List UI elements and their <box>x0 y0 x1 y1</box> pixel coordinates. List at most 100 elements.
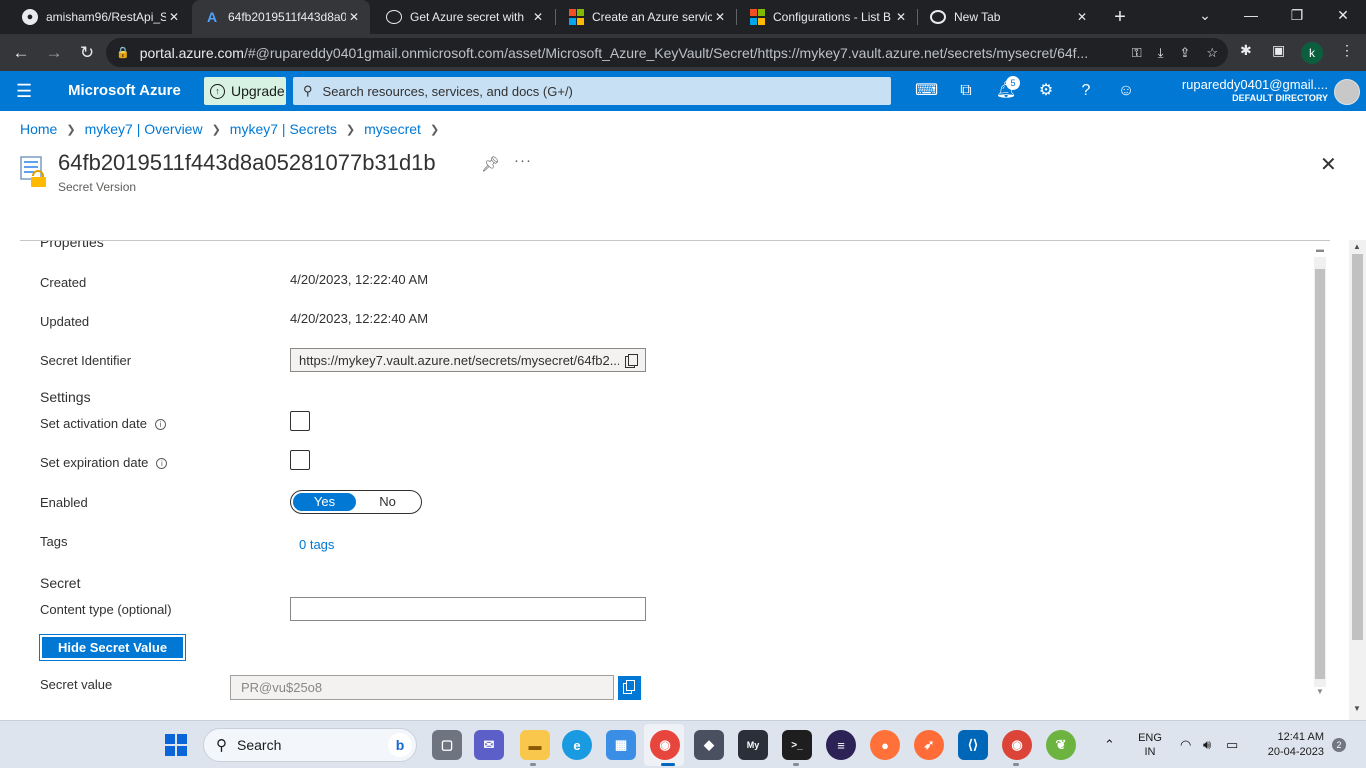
terminal-icon[interactable]: >_ <box>782 730 812 760</box>
breadcrumb: Home ❯ mykey7 | Overview ❯ mykey7 | Secr… <box>20 121 448 137</box>
taskbar-clock[interactable]: 12:41 AM 20-04-2023 <box>1256 730 1324 760</box>
close-blade-button[interactable]: ✕ <box>1320 152 1337 177</box>
portal-menu-icon[interactable]: ☰ <box>16 82 32 100</box>
activation-date-label: Set activation date i <box>40 416 166 431</box>
breadcrumb-home[interactable]: Home <box>20 121 57 137</box>
show-hidden-icons-chevron-icon[interactable]: ⌃ <box>1104 721 1115 768</box>
scroll-up-arrow-icon[interactable]: ▲ <box>1353 242 1361 251</box>
close-tab-icon[interactable]: ✕ <box>893 10 909 24</box>
reload-button[interactable]: ↻ <box>74 40 100 66</box>
url-text: portal.azure.com/#@rupareddy0401gmail.on… <box>139 44 1089 61</box>
tab-search-chevron-icon[interactable]: ⌄ <box>1182 0 1228 34</box>
side-panel-icon[interactable]: ▣ <box>1272 42 1285 59</box>
vscode-icon[interactable]: ⟨⟩ <box>958 730 988 760</box>
new-tab-button[interactable]: + <box>1108 5 1132 29</box>
edge-icon[interactable]: e <box>562 730 592 760</box>
close-tab-icon[interactable]: ✕ <box>166 10 182 24</box>
user-avatar[interactable] <box>1334 79 1360 105</box>
enabled-yes-option[interactable]: Yes <box>293 493 356 511</box>
browser-tab-chatgpt[interactable]: Get Azure secret with ✕ <box>374 0 554 34</box>
hide-secret-value-button[interactable]: Hide Secret Value <box>39 634 186 661</box>
feedback-icon[interactable]: ☺ <box>1115 80 1137 102</box>
breadcrumb-secret[interactable]: mysecret <box>364 121 421 137</box>
breadcrumb-vault-secrets[interactable]: mykey7 | Secrets <box>230 121 337 137</box>
settings-gear-icon[interactable]: ⚙ <box>1035 80 1057 102</box>
menu-kebab-icon[interactable]: ⋮ <box>1340 42 1354 59</box>
tags-link[interactable]: 0 tags <box>299 537 334 552</box>
start-button[interactable] <box>165 734 187 756</box>
enabled-no-option[interactable]: No <box>356 493 419 511</box>
chevron-right-icon: ❯ <box>345 123 356 136</box>
copy-secret-button[interactable] <box>618 676 641 700</box>
notification-center-badge[interactable]: 2 <box>1332 738 1346 752</box>
copy-icon[interactable] <box>625 353 638 368</box>
close-tab-icon[interactable]: ✕ <box>346 10 362 24</box>
chrome-icon[interactable]: ◉ <box>650 730 680 760</box>
scroll-thumb[interactable] <box>1315 269 1325 679</box>
eclipse-icon[interactable]: ≡ <box>826 730 856 760</box>
forward-button[interactable]: → <box>41 40 67 66</box>
file-explorer-icon[interactable]: ▬ <box>520 730 550 760</box>
extensions-icon[interactable]: ✱ <box>1240 42 1252 59</box>
spring-tool-suite-icon[interactable]: ❦ <box>1046 730 1076 760</box>
close-tab-icon[interactable]: ✕ <box>1074 10 1090 24</box>
restore-button[interactable]: ❐ <box>1274 0 1320 34</box>
expiration-date-checkbox[interactable] <box>290 450 310 470</box>
wifi-icon[interactable]: ◠ <box>1180 721 1191 768</box>
mysql-workbench-icon[interactable]: My <box>738 730 768 760</box>
key-icon[interactable]: ⚿ <box>1132 45 1142 61</box>
secret-identifier-field[interactable]: https://mykey7.vault.azure.net/secrets/m… <box>290 348 646 372</box>
close-window-button[interactable]: ✕ <box>1320 0 1366 34</box>
page-scrollbar[interactable]: ▲ ▼ <box>1349 240 1366 720</box>
bing-icon[interactable]: b <box>388 733 412 757</box>
address-bar[interactable]: 🔒 portal.azure.com/#@rupareddy0401gmail.… <box>106 38 1228 67</box>
created-label: Created <box>40 275 87 290</box>
browser-tab-github[interactable]: ● amisham96/RestApi_S ✕ <box>10 0 190 34</box>
back-button[interactable]: ← <box>8 40 34 66</box>
lock-icon[interactable]: 🔒 <box>116 46 130 59</box>
global-search-input[interactable]: ⚲ Search resources, services, and docs (… <box>293 77 891 105</box>
content-type-input[interactable] <box>290 597 646 621</box>
account-menu[interactable]: rupareddy0401@gmail.... DEFAULT DIRECTOR… <box>1182 77 1328 103</box>
browser-tab-configurations[interactable]: Configurations - List B ✕ <box>737 0 917 34</box>
info-icon[interactable]: i <box>154 419 166 430</box>
cloud-shell-icon[interactable]: ⌨ <box>915 80 938 102</box>
scroll-thumb[interactable] <box>1352 254 1363 640</box>
activation-date-checkbox[interactable] <box>290 411 310 431</box>
pin-icon[interactable]: 📌︎ <box>481 155 500 173</box>
brand-title[interactable]: Microsoft Azure <box>68 82 181 99</box>
close-tab-icon[interactable]: ✕ <box>712 10 728 24</box>
firefox-icon[interactable]: ● <box>870 730 900 760</box>
browser-tab-new-tab[interactable]: New Tab ✕ <box>918 0 1098 34</box>
profile-avatar[interactable]: k <box>1301 42 1323 64</box>
task-view-icon[interactable]: ▢ <box>432 730 462 760</box>
browser-tab-azure[interactable]: A 64fb2019511f443d8a0 ✕ <box>192 0 370 34</box>
bookmark-star-icon[interactable]: ☆ <box>1206 45 1218 61</box>
volume-icon[interactable]: 🔊︎ <box>1203 721 1211 768</box>
directory-filter-icon[interactable]: ⧉ <box>955 80 977 102</box>
form-scrollbar[interactable]: ▬ ▼ <box>1312 245 1328 700</box>
postman-icon[interactable]: ➶ <box>914 730 944 760</box>
secret-value-field[interactable]: PR@vu$25o8 <box>230 675 614 700</box>
store-icon[interactable]: ▦ <box>606 730 636 760</box>
close-tab-icon[interactable]: ✕ <box>530 10 546 24</box>
teams-chat-icon[interactable]: ✉ <box>474 730 504 760</box>
breadcrumb-vault-overview[interactable]: mykey7 | Overview <box>85 121 203 137</box>
upgrade-button[interactable]: ↑ Upgrade <box>204 77 286 105</box>
git-icon[interactable]: ◆ <box>694 730 724 760</box>
share-icon[interactable]: ⇪ <box>1179 45 1190 61</box>
more-options-icon[interactable]: ··· <box>514 152 532 169</box>
info-icon[interactable]: i <box>156 458 168 469</box>
browser-tab-create-service[interactable]: Create an Azure servic ✕ <box>556 0 736 34</box>
scroll-down-arrow-icon[interactable]: ▼ <box>1353 704 1361 713</box>
battery-icon[interactable]: ▭ <box>1226 721 1238 768</box>
chrome-profile-icon[interactable]: ◉ <box>1002 730 1032 760</box>
enabled-toggle[interactable]: Yes No <box>290 490 422 514</box>
install-icon[interactable]: ⤓ <box>1158 45 1164 61</box>
help-icon[interactable]: ? <box>1075 80 1097 102</box>
minimize-button[interactable]: — <box>1228 0 1274 34</box>
scroll-down-arrow-icon[interactable]: ▼ <box>1316 687 1324 696</box>
language-indicator[interactable]: ENG IN <box>1137 721 1163 768</box>
taskbar-search[interactable]: ⚲ Search b <box>203 728 417 762</box>
scroll-up-arrow-icon[interactable]: ▬ <box>1316 245 1324 254</box>
